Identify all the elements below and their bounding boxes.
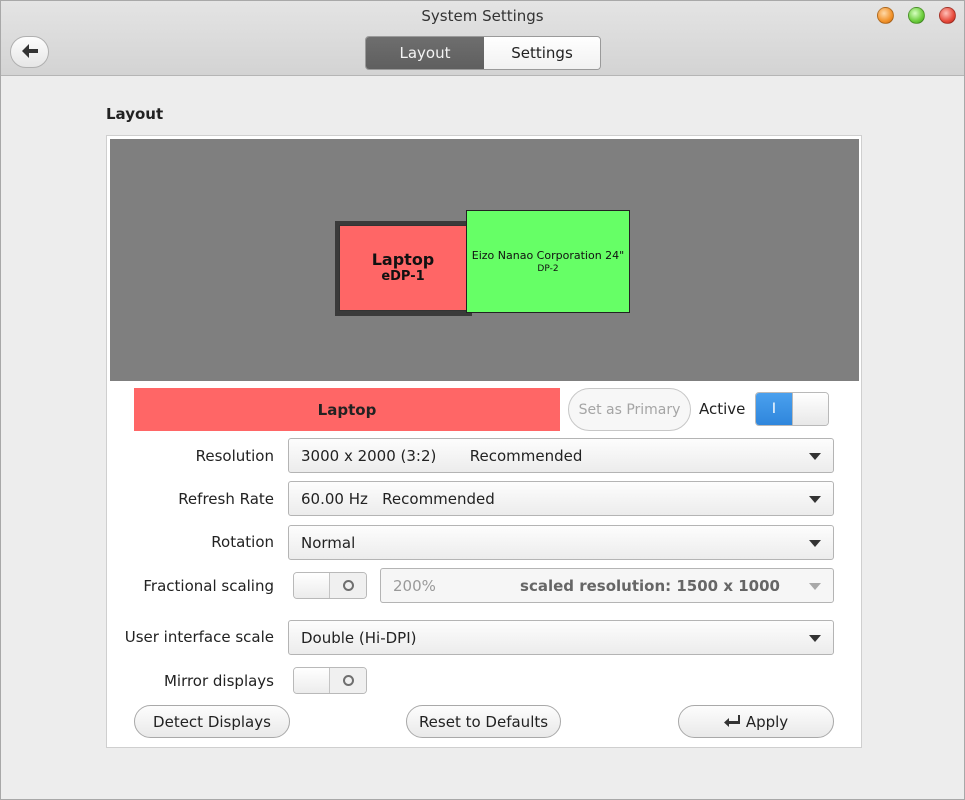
fractional-scaling-toggle[interactable] <box>293 572 367 599</box>
chevron-down-icon <box>809 540 821 547</box>
resolution-dropdown[interactable]: 3000 x 2000 (3:2) Recommended <box>288 438 834 473</box>
maximize-button[interactable] <box>908 7 925 24</box>
apply-label: Apply <box>745 712 789 731</box>
scaled-resolution-text: scaled resolution: 1500 x 1000 <box>520 577 780 595</box>
fractional-scaling-label: Fractional scaling <box>143 577 274 595</box>
active-label: Active <box>699 400 746 418</box>
scale-percentage-dropdown[interactable]: 200% scaled resolution: 1500 x 1000 <box>380 568 834 603</box>
display-panel: Laptop eDP-1 Eizo Nanao Corporation 24" … <box>106 135 862 748</box>
monitor-name: Eizo Nanao Corporation 24" <box>471 248 625 262</box>
toggle-knob <box>294 573 331 598</box>
mirror-displays-toggle[interactable] <box>293 667 367 694</box>
title-bar: System Settings Layout Settings <box>1 1 964 76</box>
monitor-eizo[interactable]: Eizo Nanao Corporation 24" DP-2 <box>466 210 630 313</box>
ui-scale-dropdown[interactable]: Double (Hi-DPI) <box>288 620 834 655</box>
ring-icon <box>342 580 354 591</box>
ui-scale-value: Double (Hi-DPI) <box>301 629 417 647</box>
set-primary-button[interactable]: Set as Primary <box>568 388 691 431</box>
monitor-arrangement-canvas[interactable]: Laptop eDP-1 Eizo Nanao Corporation 24" … <box>110 139 859 381</box>
toggle-off-indicator <box>330 573 366 598</box>
reset-defaults-button[interactable]: Reset to Defaults <box>406 705 561 738</box>
ui-scale-label: User interface scale <box>124 628 274 646</box>
toggle-knob <box>791 393 828 425</box>
refresh-rate-dropdown[interactable]: 60.00 Hz Recommended <box>288 481 834 516</box>
window-title: System Settings <box>421 7 544 25</box>
toggle-on-indicator: I <box>756 393 792 425</box>
active-toggle[interactable]: I <box>755 392 829 426</box>
mirror-displays-label: Mirror displays <box>163 672 274 690</box>
chevron-down-icon <box>809 583 821 590</box>
minimize-button[interactable] <box>877 7 894 24</box>
selected-output-banner: Laptop <box>134 388 560 431</box>
resolution-label: Resolution <box>195 447 274 465</box>
monitor-laptop[interactable]: Laptop eDP-1 <box>335 221 472 316</box>
scale-percentage-value: 200% <box>393 577 436 595</box>
section-title: Layout <box>106 105 164 123</box>
monitor-laptop-face: Laptop eDP-1 <box>339 225 467 311</box>
tab-settings[interactable]: Settings <box>484 37 600 69</box>
chevron-down-icon <box>809 635 821 642</box>
tab-layout[interactable]: Layout <box>366 37 484 69</box>
return-arrow-icon <box>723 713 740 731</box>
rotation-dropdown[interactable]: Normal <box>288 525 834 560</box>
detect-displays-button[interactable]: Detect Displays <box>134 705 290 738</box>
resolution-value: 3000 x 2000 (3:2) Recommended <box>301 447 583 465</box>
arrow-left-icon <box>21 43 38 62</box>
view-switcher: Layout Settings <box>365 36 601 70</box>
chevron-down-icon <box>809 453 821 460</box>
rotation-label: Rotation <box>211 533 274 551</box>
ring-icon <box>342 675 354 686</box>
apply-button[interactable]: Apply <box>678 705 834 738</box>
close-button[interactable] <box>939 7 956 24</box>
rotation-value: Normal <box>301 534 356 552</box>
refresh-rate-label: Refresh Rate <box>178 490 274 508</box>
back-button[interactable] <box>10 36 49 68</box>
chevron-down-icon <box>809 496 821 503</box>
refresh-rate-value: 60.00 Hz Recommended <box>301 490 495 508</box>
monitor-port: eDP-1 <box>381 269 425 284</box>
system-settings-window: System Settings Layout Settings Layout L… <box>0 0 965 800</box>
toggle-knob <box>294 668 331 693</box>
toggle-off-indicator <box>330 668 366 693</box>
monitor-port: DP-2 <box>537 263 559 274</box>
monitor-name: Laptop <box>371 250 435 269</box>
